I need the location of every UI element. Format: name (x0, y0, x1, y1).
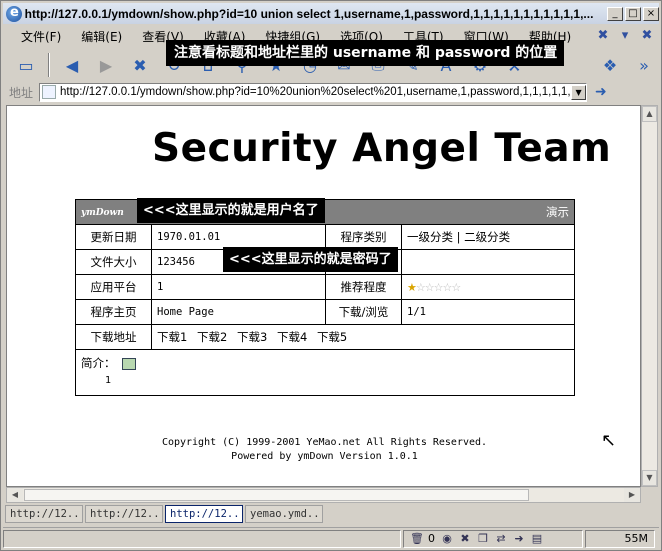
table-row: 应用平台 1 推荐程度 ★☆☆☆☆☆ (75, 274, 575, 300)
intro-value: 1 (105, 375, 112, 386)
platform-value: 1 (151, 274, 326, 300)
row-label: 更新日期 (75, 224, 152, 250)
download-link-5[interactable]: 下载5 (317, 330, 347, 344)
site-title: Security Angel Team (152, 126, 612, 171)
close-all-icon[interactable]: ✖ (639, 28, 655, 44)
software-name: ymDown (81, 208, 124, 218)
download-link-1[interactable]: 下载1 (157, 330, 187, 344)
address-bar: 地址 http://127.0.0.1/ymdown/show.php?id=1… (3, 81, 659, 103)
star-empty-icon: ☆ (433, 281, 444, 294)
copyright-text: Copyright (C) 1999-2001 YeMao.net All Ri… (161, 437, 488, 448)
row-label: 下载/浏览 (325, 299, 402, 325)
table-row: 更新日期 1970.01.01 程序类别 一级分类 | 二级分类 (75, 224, 575, 250)
sync-icon[interactable]: ⇄ (495, 532, 507, 545)
horizontal-scrollbar[interactable]: ◀ ▶ (6, 487, 641, 503)
tab-2[interactable]: http://12... (85, 505, 163, 523)
block-icon[interactable]: ✖ (459, 532, 471, 545)
mouse-cursor-icon: ↖ (601, 430, 617, 451)
minimize-button[interactable]: _ (607, 6, 623, 21)
address-input[interactable]: http://127.0.0.1/ymdown/show.php?id=10%2… (39, 82, 588, 102)
intro-image-icon[interactable] (121, 357, 136, 370)
intro-label: 简介： (81, 356, 116, 370)
page-icon[interactable]: ▤ (531, 532, 543, 545)
star-empty-icon: ☆ (451, 281, 461, 294)
scroll-up-icon[interactable]: ▲ (642, 106, 657, 122)
intro-cell: 简介： 1 (75, 349, 575, 396)
tab-1[interactable]: http://12... (5, 505, 83, 523)
rating-value: ★☆☆☆☆☆ (401, 274, 575, 300)
maximize-button[interactable]: □ (625, 6, 641, 21)
back-icon[interactable]: ◀ (57, 52, 87, 78)
tab-bar: http://12... http://12... http://12... y… (3, 504, 659, 524)
scroll-thumb[interactable] (24, 489, 529, 501)
title-bar: http://127.0.0.1/ymdown/show.php?id=10 u… (3, 3, 659, 24)
memory-usage: 55M (585, 529, 655, 548)
star-empty-icon: ☆ (424, 281, 435, 294)
globe-icon[interactable]: ◉ (441, 532, 453, 545)
update-date-value: 1970.01.01 (151, 224, 326, 250)
address-label: 地址 (9, 85, 34, 100)
status-text-area (3, 529, 401, 548)
window-title: http://127.0.0.1/ymdown/show.php?id=10 u… (24, 6, 594, 21)
powered-by-text: Powered by ymDown Version 1.0.1 (231, 451, 418, 462)
chevron-down-icon[interactable]: ▾ (617, 28, 633, 44)
toolbar-separator (48, 53, 50, 77)
row-label: 文件大小 (75, 249, 152, 275)
software-info-table: ymDown 演示 更新日期 1970.01.01 程序类别 一级分类 | 二级… (75, 199, 575, 396)
demo-link[interactable]: 演示 (546, 204, 569, 220)
extend-icon[interactable]: » (629, 52, 659, 78)
chevron-down-icon[interactable]: ▼ (571, 84, 587, 100)
row-label: 程序主页 (75, 299, 152, 325)
download-link-4[interactable]: 下载4 (277, 330, 307, 344)
close-tab-icon[interactable]: ✖ (595, 28, 611, 44)
menu-file[interactable]: 文件(F) (21, 28, 61, 45)
status-bar: 🗑 0 ◉ ✖ ❐ ⇄ ➜ ▤ 55M (3, 527, 659, 549)
page-icon (42, 85, 57, 99)
row-label: 下载地址 (75, 324, 152, 350)
status-icons: 🗑 0 ◉ ✖ ❐ ⇄ ➜ ▤ (403, 529, 583, 548)
username-annotation: <<<这里显示的就是用户名了 (137, 198, 325, 223)
browser-logo-icon (6, 5, 22, 22)
closed-count: 0 (428, 532, 435, 545)
download-link-3[interactable]: 下载3 (237, 330, 267, 344)
tab-4[interactable]: yemao.ymd... (245, 505, 323, 523)
table-row: 程序主页 Home Page 下载/浏览 1/1 (75, 299, 575, 325)
page-content: Security Angel Team ymDown 演示 更新日期 1970.… (6, 105, 641, 487)
forward-icon[interactable]: ▶ (91, 52, 121, 78)
annotation-banner: 注意看标题和地址栏里的 username 和 password 的位置 (166, 40, 564, 66)
category-value[interactable]: 一级分类 | 二级分类 (401, 224, 575, 250)
download-link-2[interactable]: 下载2 (197, 330, 227, 344)
homepage-link[interactable]: Home Page (151, 299, 326, 325)
share-icon[interactable]: ➜ (513, 532, 525, 545)
menu-edit[interactable]: 编辑(E) (81, 28, 122, 45)
password-annotation: <<<这里显示的就是密码了 (223, 247, 398, 272)
scroll-left-icon[interactable]: ◀ (7, 488, 23, 502)
trash-icon[interactable]: 🗑 (410, 532, 424, 545)
scroll-right-icon[interactable]: ▶ (624, 488, 640, 502)
groups-icon[interactable]: ❖ (595, 52, 625, 78)
stop-icon[interactable]: ✖ (125, 52, 155, 78)
table-row: 简介： 1 (75, 349, 575, 396)
close-button[interactable]: × (643, 6, 659, 21)
row-label: 推荐程度 (325, 274, 402, 300)
star-empty-icon: ☆ (415, 281, 426, 294)
star-rating: ★☆☆☆☆☆ (407, 281, 461, 294)
scroll-down-icon[interactable]: ▼ (642, 470, 657, 486)
download-view-count: 1/1 (401, 299, 575, 325)
browser-window: http://127.0.0.1/ymdown/show.php?id=10 u… (0, 0, 662, 551)
new-page-icon[interactable]: ▭ (11, 52, 41, 78)
download-links: 下载1 下载2 下载3 下载4 下载5 (151, 324, 575, 350)
copy-icon[interactable]: ❐ (477, 532, 489, 545)
row-label: 应用平台 (75, 274, 152, 300)
row-value (401, 249, 575, 275)
vertical-scrollbar[interactable]: ▲ ▼ (641, 105, 658, 487)
go-icon[interactable]: ➜ (595, 84, 607, 100)
address-url[interactable]: http://127.0.0.1/ymdown/show.php?id=10%2… (60, 86, 571, 98)
star-filled-icon: ★ (407, 281, 417, 294)
row-label: 程序类别 (325, 224, 402, 250)
table-row: 下载地址 下载1 下载2 下载3 下载4 下载5 (75, 324, 575, 350)
tab-3-active[interactable]: http://12... (165, 505, 243, 523)
